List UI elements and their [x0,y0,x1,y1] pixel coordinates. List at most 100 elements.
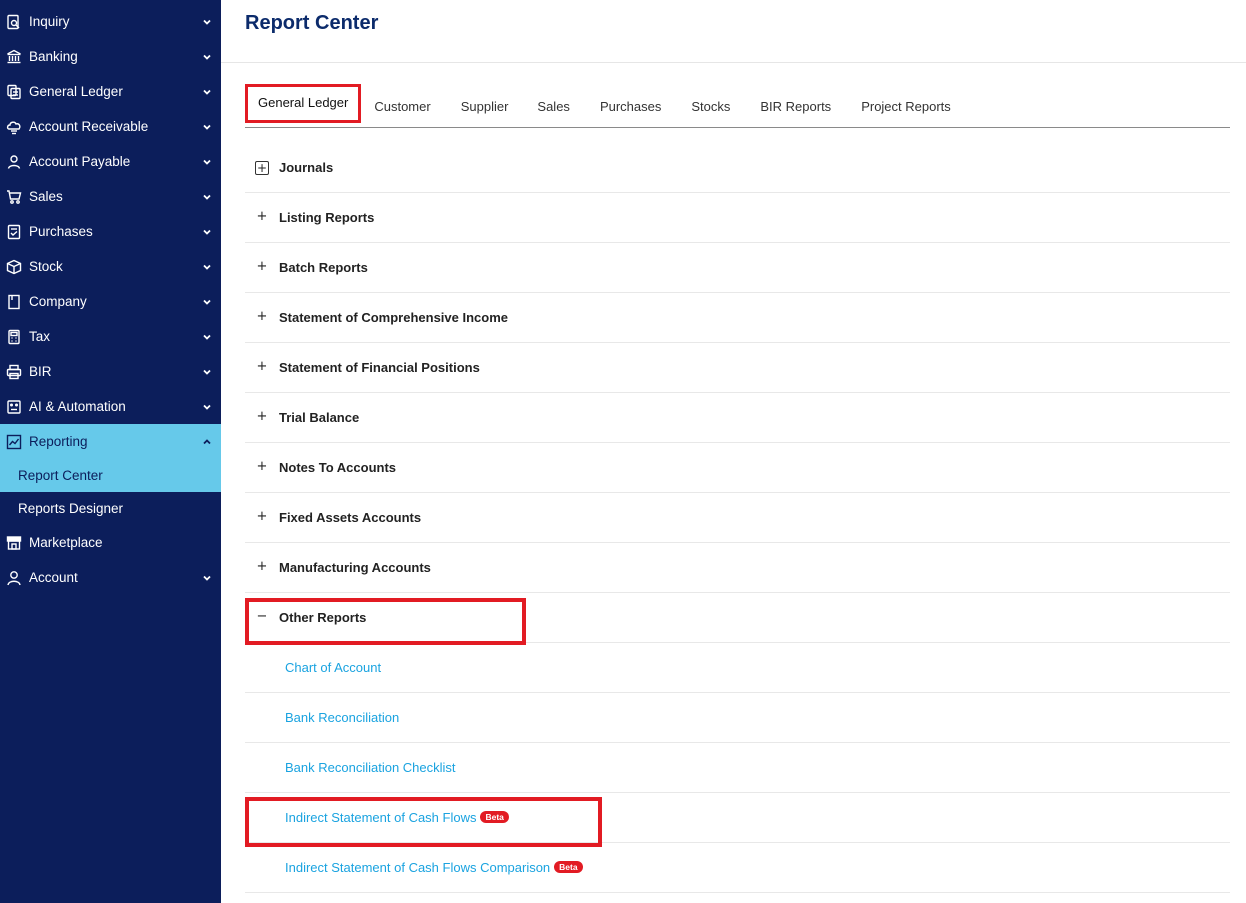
section-label: Listing Reports [279,210,375,225]
chevron-down-icon [202,192,212,202]
tab-project-reports[interactable]: Project Reports [844,88,964,127]
store-icon [5,534,22,551]
sidebar-item-label: Account Payable [29,154,131,169]
report-link-label[interactable]: Bank Reconciliation Checklist [285,760,456,775]
section-notes-to-accounts[interactable]: + Notes To Accounts [245,443,1230,493]
chevron-down-icon [202,262,212,272]
robot-icon [5,398,22,415]
sidebar-item-label: Reporting [29,434,88,449]
tab-supplier[interactable]: Supplier [444,88,522,127]
section-financial-positions[interactable]: + Statement of Financial Positions [245,343,1230,393]
sidebar-subitem-reports-designer[interactable]: Reports Designer [0,492,221,525]
chevron-down-icon [202,122,212,132]
sidebar-item-general-ledger[interactable]: General Ledger [0,74,221,109]
chevron-down-icon [202,227,212,237]
expand-icon[interactable]: + [255,310,269,325]
section-listing-reports[interactable]: + Listing Reports [245,193,1230,243]
section-manufacturing-accounts[interactable]: + Manufacturing Accounts [245,543,1230,593]
section-label: Other Reports [279,610,367,625]
sidebar-item-marketplace[interactable]: Marketplace [0,525,221,560]
section-journals[interactable]: + Journals [245,143,1230,193]
section-other-reports[interactable]: − Other Reports [245,593,1230,643]
expand-icon[interactable]: + [255,260,269,275]
tab-customer[interactable]: Customer [361,88,443,127]
sidebar-item-account-payable[interactable]: Account Payable [0,144,221,179]
sidebar-item-inquiry[interactable]: Inquiry [0,4,221,39]
sidebar-item-company[interactable]: Company [0,284,221,319]
chevron-down-icon [202,157,212,167]
report-link-label[interactable]: Indirect Statement of Cash Flows Compari… [285,860,550,875]
expand-icon[interactable]: + [255,460,269,475]
section-label: Manufacturing Accounts [279,560,431,575]
sidebar-item-account[interactable]: Account [0,560,221,595]
sidebar-item-label: Purchases [29,224,93,239]
sidebar-item-stock[interactable]: Stock [0,249,221,284]
section-label: Fixed Assets Accounts [279,510,422,525]
beta-badge: Beta [480,810,509,823]
tab-purchases[interactable]: Purchases [583,88,674,127]
user-payable-icon [5,153,22,170]
printer-icon [5,363,22,380]
section-trial-balance[interactable]: + Trial Balance [245,393,1230,443]
sidebar-item-label: Tax [29,329,51,344]
building-icon [5,293,22,310]
sidebar-item-sales[interactable]: Sales [0,179,221,214]
chevron-down-icon [202,87,212,97]
report-link-indirect-cash-flows[interactable]: Indirect Statement of Cash Flows Beta [245,793,1230,843]
section-batch-reports[interactable]: + Batch Reports [245,243,1230,293]
expand-icon[interactable]: + [255,210,269,225]
bank-icon [5,48,22,65]
expand-icon[interactable]: + [255,160,269,175]
section-label: Statement of Comprehensive Income [279,310,508,325]
report-link-label[interactable]: Chart of Account [285,660,381,675]
receivable-icon [5,118,22,135]
user-icon [5,569,22,586]
calculator-icon [5,328,22,345]
sidebar-item-label: Inquiry [29,14,70,29]
section-fixed-assets-accounts[interactable]: + Fixed Assets Accounts [245,493,1230,543]
expand-icon[interactable]: + [255,410,269,425]
main-content: Report Center General Ledger Customer Su… [221,0,1246,903]
chevron-down-icon [202,402,212,412]
sidebar-subitem-report-center[interactable]: Report Center [0,459,221,492]
expand-icon[interactable]: + [255,360,269,375]
sidebar: Inquiry Banking General Ledger Account R… [0,0,221,903]
sidebar-item-tax[interactable]: Tax [0,319,221,354]
expand-icon[interactable]: + [255,560,269,575]
report-link-bank-reconciliation-checklist[interactable]: Bank Reconciliation Checklist [245,743,1230,793]
tab-stocks[interactable]: Stocks [674,88,743,127]
sidebar-item-label: Account Receivable [29,119,149,134]
sidebar-item-bir[interactable]: BIR [0,354,221,389]
purchases-icon [5,223,22,240]
chart-icon [5,433,22,450]
report-link-indirect-cash-flows-comparison[interactable]: Indirect Statement of Cash Flows Compari… [245,843,1230,893]
section-comprehensive-income[interactable]: + Statement of Comprehensive Income [245,293,1230,343]
report-link-label[interactable]: Bank Reconciliation [285,710,399,725]
report-link-label[interactable]: Indirect Statement of Cash Flows [285,810,476,825]
sidebar-item-reporting[interactable]: Reporting [0,424,221,459]
section-label: Journals [279,160,334,175]
sidebar-item-label: Company [29,294,87,309]
section-label: Statement of Financial Positions [279,360,480,375]
report-link-chart-of-account[interactable]: Chart of Account [245,643,1230,693]
sidebar-item-label: Account [29,570,78,585]
sidebar-item-label: Stock [29,259,63,274]
expand-icon[interactable]: + [255,510,269,525]
sidebar-item-purchases[interactable]: Purchases [0,214,221,249]
chevron-down-icon [202,17,212,27]
chevron-down-icon [202,573,212,583]
sidebar-item-banking[interactable]: Banking [0,39,221,74]
tab-sales[interactable]: Sales [521,88,583,127]
collapse-icon[interactable]: − [255,610,269,625]
sidebar-item-label: General Ledger [29,84,123,99]
report-link-bank-reconciliation[interactable]: Bank Reconciliation [245,693,1230,743]
sidebar-item-account-receivable[interactable]: Account Receivable [0,109,221,144]
chevron-up-icon [202,437,212,447]
chevron-down-icon [202,367,212,377]
section-label: Notes To Accounts [279,460,397,475]
report-tabs: General Ledger Customer Supplier Sales P… [245,84,1230,128]
sidebar-item-ai-automation[interactable]: AI & Automation [0,389,221,424]
tab-general-ledger[interactable]: General Ledger [245,84,362,123]
tab-bir-reports[interactable]: BIR Reports [743,88,844,127]
sidebar-item-label: Marketplace [29,535,103,550]
